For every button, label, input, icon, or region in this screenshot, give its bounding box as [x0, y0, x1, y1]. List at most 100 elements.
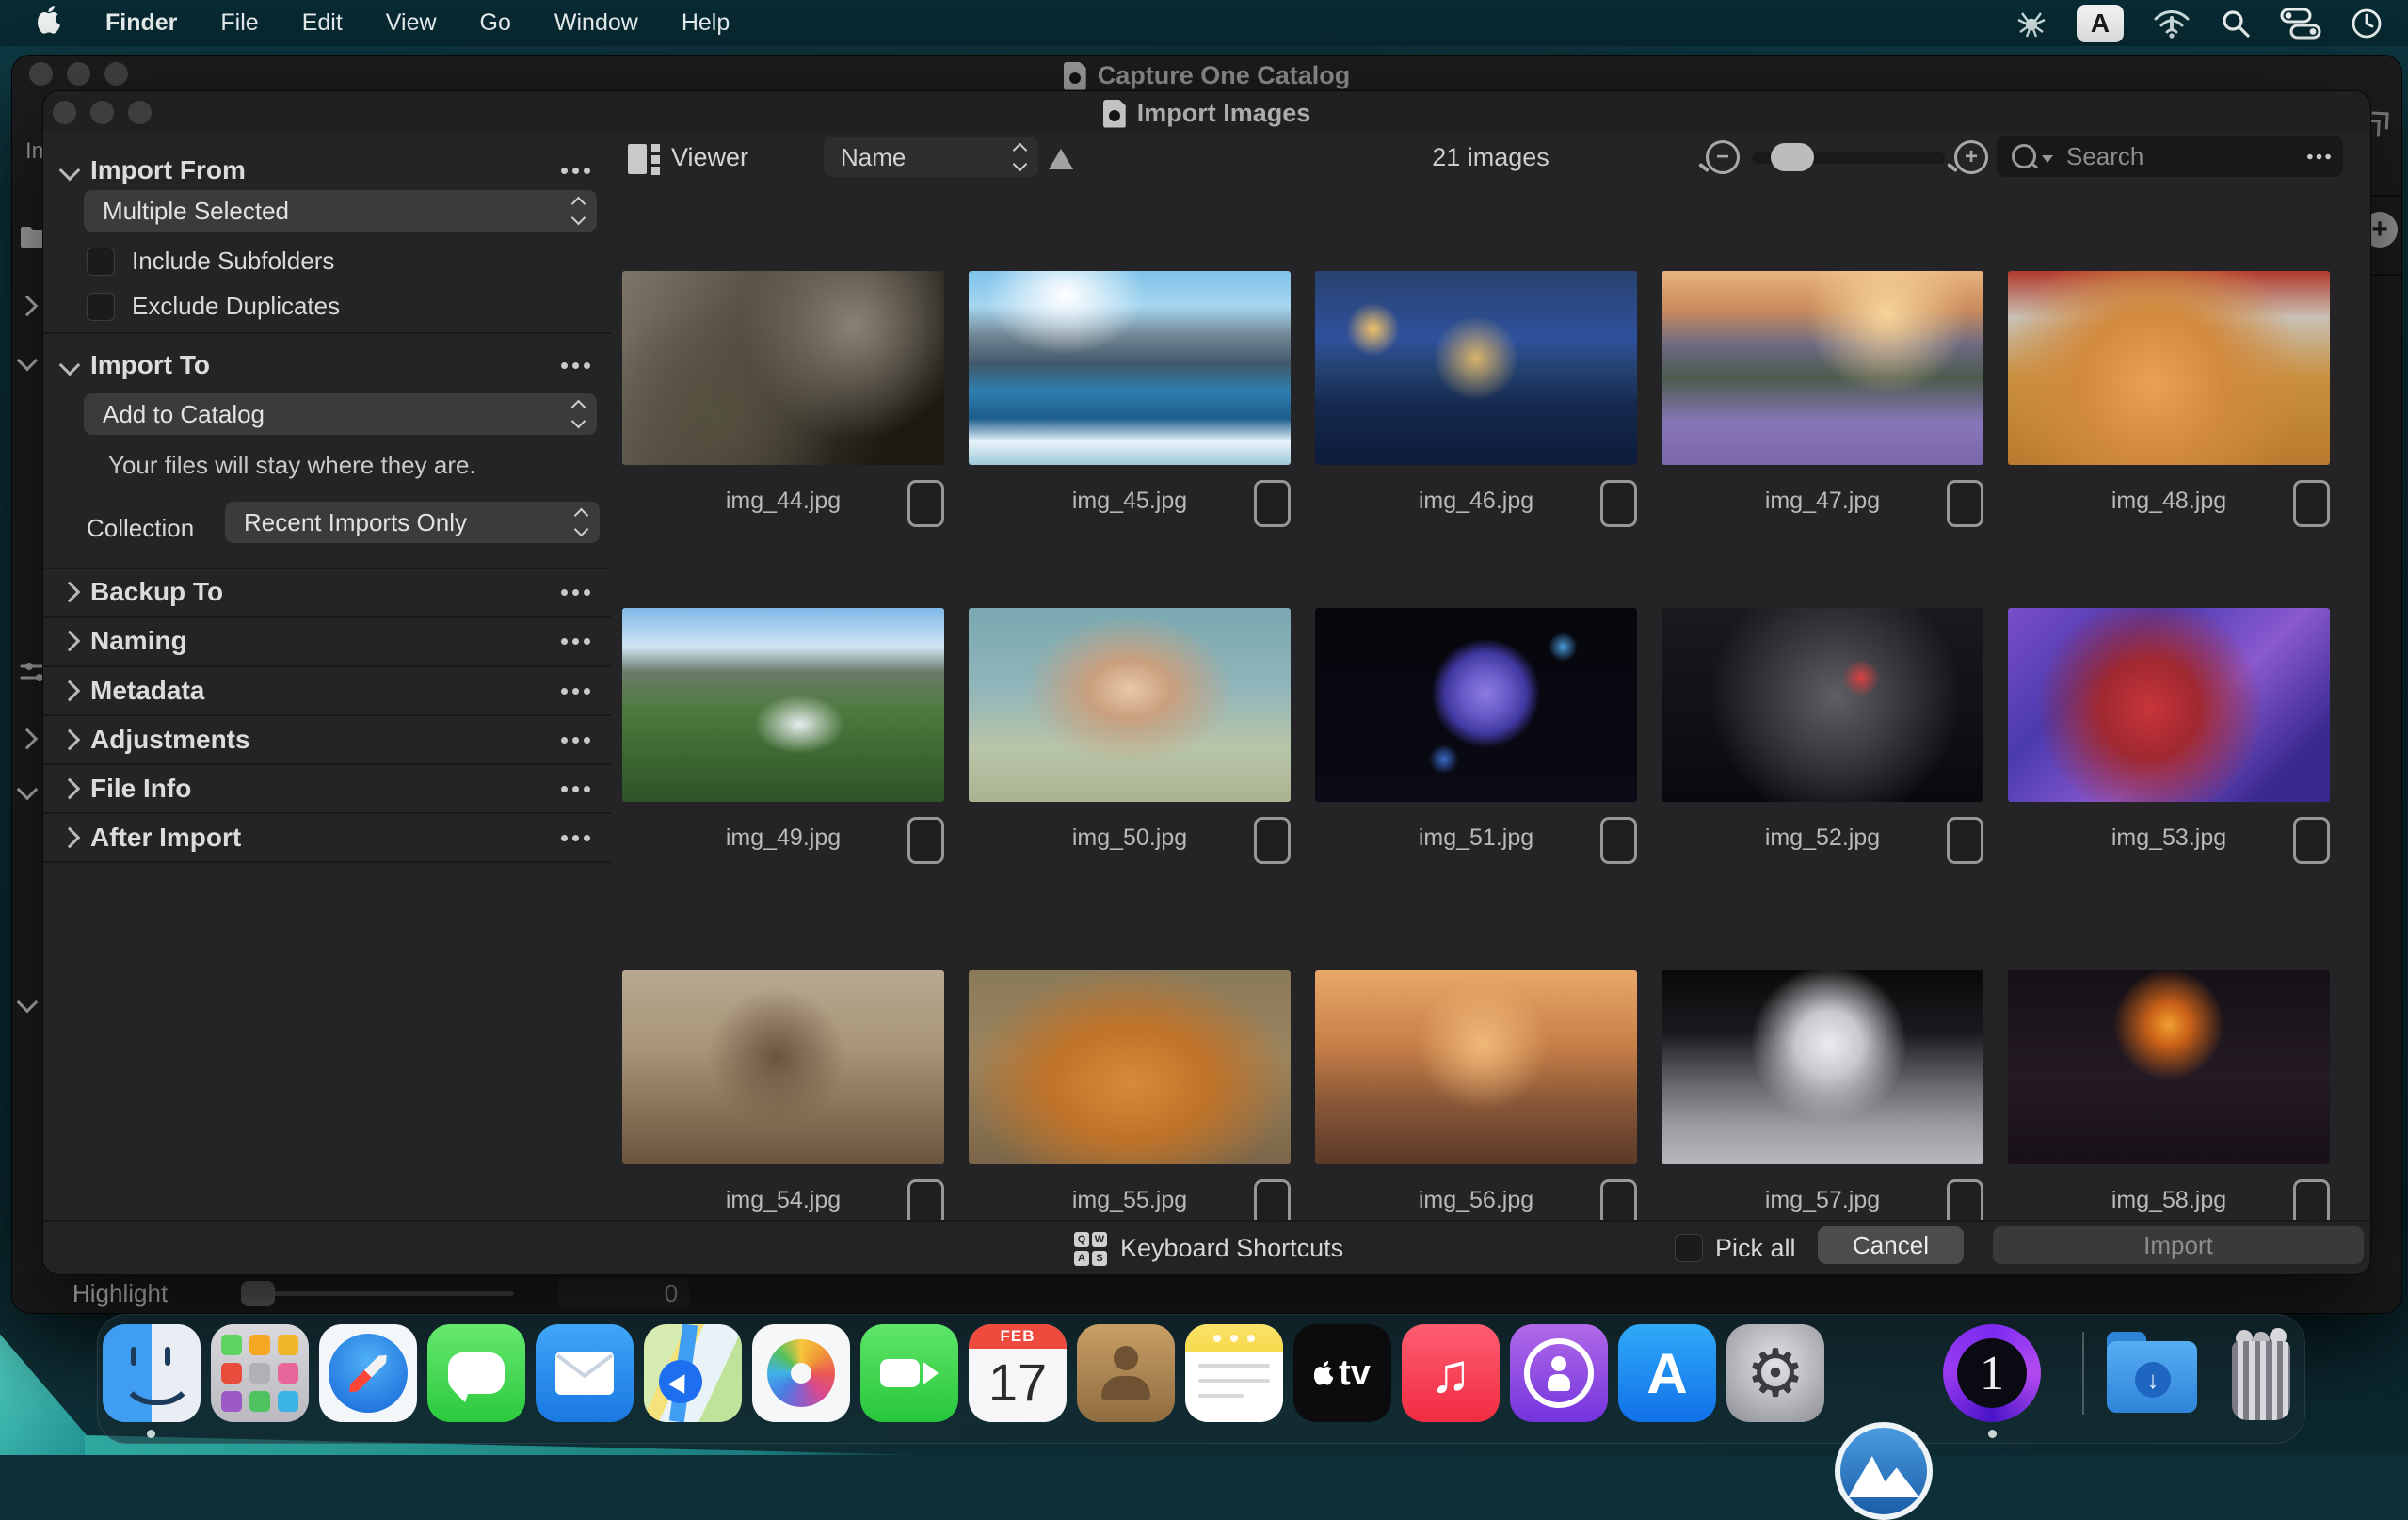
dock-podcasts-icon[interactable] [1510, 1324, 1608, 1422]
collapse-chevron-icon[interactable] [16, 728, 39, 750]
spotlight-search-icon[interactable] [2220, 8, 2252, 40]
apple-menu-icon[interactable] [38, 6, 62, 40]
dock-photos-icon[interactable] [752, 1324, 850, 1422]
image-cell[interactable]: img_54.jpg [622, 970, 944, 1226]
image-cell[interactable]: img_55.jpg [969, 970, 1291, 1226]
dock-contacts-icon[interactable] [1077, 1324, 1175, 1422]
image-cell[interactable]: img_56.jpg [1315, 970, 1637, 1226]
dock-notes-icon[interactable] [1185, 1324, 1283, 1422]
search-options-icon[interactable] [2316, 153, 2322, 159]
menubar-item-window[interactable]: Window [554, 9, 638, 37]
collapse-chevron-icon[interactable] [16, 295, 39, 317]
pick-checkbox[interactable] [1600, 480, 1637, 527]
dock-mail-icon[interactable] [536, 1324, 634, 1422]
image-cell[interactable]: img_51.jpg [1315, 608, 1637, 864]
menubar-item-go[interactable]: Go [480, 9, 511, 37]
dock-messages-icon[interactable] [427, 1324, 525, 1422]
menubar-item-help[interactable]: Help [682, 9, 730, 37]
image-thumbnail[interactable] [1662, 970, 1983, 1164]
pick-checkbox[interactable] [1600, 817, 1637, 864]
exclude-duplicates-row[interactable]: Exclude Duplicates [87, 292, 340, 321]
more-options-icon[interactable] [572, 834, 579, 841]
image-cell[interactable]: img_46.jpg [1315, 271, 1637, 527]
search-field[interactable]: Search [1997, 136, 2343, 177]
dock-captureone-icon[interactable]: 1 [1943, 1324, 2041, 1422]
import-button[interactable]: Import [1993, 1226, 2364, 1264]
image-thumbnail[interactable] [622, 271, 944, 465]
section-import-to[interactable]: Import To [43, 343, 611, 388]
slider-thumb[interactable] [1771, 143, 1814, 171]
image-cell[interactable]: img_48.jpg [2008, 271, 2330, 527]
image-cell[interactable]: img_50.jpg [969, 608, 1291, 864]
dock-trash-icon[interactable] [2211, 1324, 2309, 1422]
image-cell[interactable]: img_53.jpg [2008, 608, 2330, 864]
slider-thumb[interactable] [241, 1280, 276, 1306]
drweb-spider-icon[interactable] [2015, 7, 2048, 40]
dock-appletv-icon[interactable]: tv [1293, 1324, 1391, 1422]
exclude-duplicates-checkbox[interactable] [87, 292, 115, 321]
include-subfolders-checkbox[interactable] [87, 247, 115, 276]
dock-maps-icon[interactable] [644, 1324, 742, 1422]
pick-checkbox[interactable] [2293, 817, 2330, 864]
pick-checkbox[interactable] [1947, 817, 1983, 864]
dock-safari-icon[interactable] [319, 1324, 417, 1422]
collection-select[interactable]: Recent Imports Only [225, 502, 600, 543]
image-thumbnail[interactable] [1315, 970, 1637, 1164]
dock-facetime-icon[interactable] [860, 1324, 958, 1422]
expand-chevron-icon[interactable] [16, 349, 39, 372]
pick-checkbox[interactable] [907, 480, 944, 527]
image-cell[interactable]: img_57.jpg [1662, 970, 1983, 1226]
dock-captureone-mountains-icon[interactable] [1835, 1422, 1933, 1520]
image-cell[interactable]: img_49.jpg [622, 608, 944, 864]
dock-finder-icon[interactable] [103, 1324, 201, 1422]
more-options-icon[interactable] [572, 361, 579, 369]
section-import-from[interactable]: Import From [43, 148, 611, 193]
menubar-item-edit[interactable]: Edit [302, 9, 343, 37]
section-file-info[interactable]: File Info [43, 766, 611, 811]
pick-checkbox[interactable] [2293, 480, 2330, 527]
more-options-icon[interactable] [572, 736, 579, 744]
pick-checkbox[interactable] [1947, 480, 1983, 527]
image-thumbnail[interactable] [622, 970, 944, 1164]
image-thumbnail[interactable] [969, 970, 1291, 1164]
image-thumbnail[interactable] [2008, 608, 2330, 802]
expand-chevron-icon[interactable] [16, 991, 39, 1014]
image-thumbnail[interactable] [1662, 608, 1983, 802]
section-backup-to[interactable]: Backup To [43, 569, 611, 615]
dock-launchpad-icon[interactable] [211, 1324, 309, 1422]
image-thumbnail[interactable] [1315, 271, 1637, 465]
pick-checkbox[interactable] [907, 817, 944, 864]
dock-appstore-icon[interactable]: A [1618, 1324, 1716, 1422]
input-source-icon[interactable]: A [2077, 4, 2124, 42]
keyboard-shortcuts-label[interactable]: Keyboard Shortcuts [1120, 1234, 1343, 1263]
search-scope-dropdown-icon[interactable] [2042, 155, 2053, 163]
more-options-icon[interactable] [572, 785, 579, 792]
pick-checkbox[interactable] [1254, 817, 1291, 864]
keyboard-shortcuts-icon[interactable]: QW AS [1074, 1232, 1108, 1266]
image-cell[interactable]: img_45.jpg [969, 271, 1291, 527]
image-thumbnail[interactable] [1662, 271, 1983, 465]
more-options-icon[interactable] [572, 687, 579, 695]
section-after-import[interactable]: After Import [43, 815, 611, 860]
dock-music-icon[interactable]: ♫ [1402, 1324, 1500, 1422]
section-adjustments[interactable]: Adjustments [43, 717, 611, 762]
highlight-slider[interactable] [241, 1280, 515, 1306]
source-select[interactable]: Multiple Selected [84, 190, 597, 232]
dock-settings-icon[interactable]: ⚙ [1726, 1324, 1824, 1422]
expand-chevron-icon[interactable] [16, 778, 39, 801]
menubar-app-name[interactable]: Finder [105, 9, 177, 37]
image-cell[interactable]: img_58.jpg [2008, 970, 2330, 1226]
dock-calendar-icon[interactable]: FEB 17 [969, 1324, 1067, 1422]
image-thumbnail[interactable] [969, 271, 1291, 465]
menubar-item-file[interactable]: File [220, 9, 258, 37]
image-thumbnail[interactable] [622, 608, 944, 802]
section-metadata[interactable]: Metadata [43, 668, 611, 713]
more-options-icon[interactable] [572, 637, 579, 645]
section-naming[interactable]: Naming [43, 618, 611, 664]
image-thumbnail[interactable] [969, 608, 1291, 802]
image-thumbnail[interactable] [2008, 271, 2330, 465]
zoom-in-icon[interactable]: + [1954, 140, 1988, 174]
pick-all-checkbox[interactable] [1675, 1234, 1703, 1262]
clock-icon[interactable] [2350, 7, 2384, 40]
more-options-icon[interactable] [572, 588, 579, 596]
